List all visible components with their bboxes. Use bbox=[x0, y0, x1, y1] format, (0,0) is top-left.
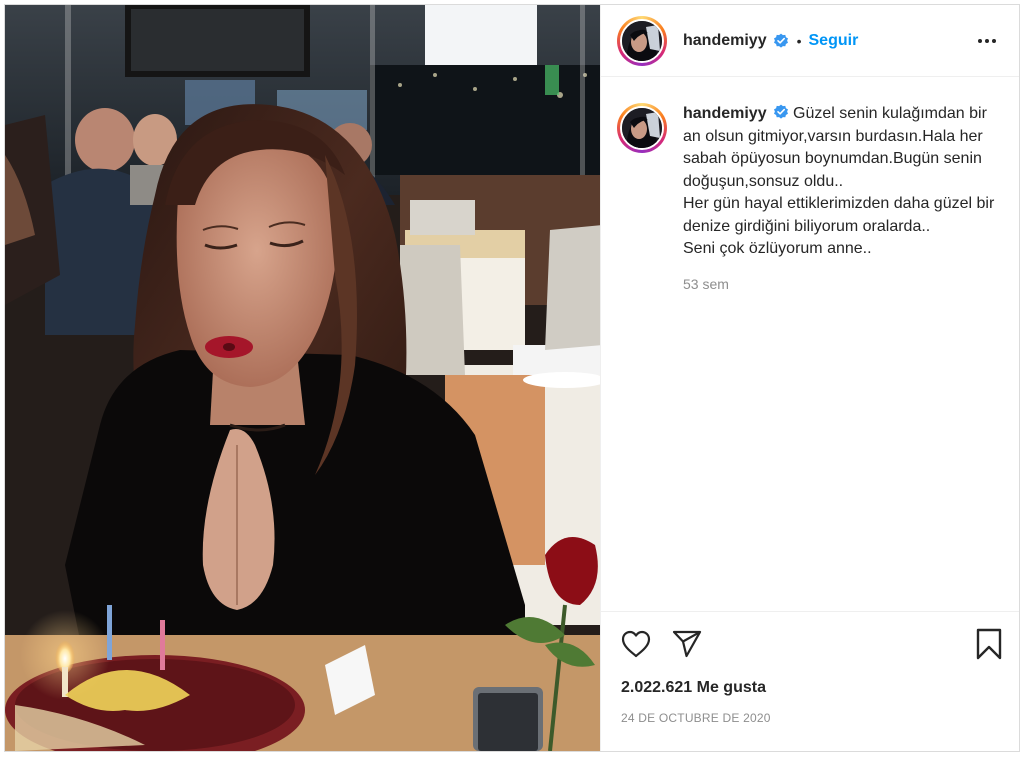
header-separator: • bbox=[796, 32, 802, 49]
post-header: handemiyy • Seguir bbox=[601, 5, 1019, 77]
caption-text-block: handemiyy Güzel senin kulağımdan bir an … bbox=[683, 103, 1003, 261]
author-username[interactable]: handemiyy bbox=[683, 32, 767, 50]
more-options-icon[interactable] bbox=[975, 29, 999, 53]
caption-text: Güzel senin kulağımdan bir an olsun gitm… bbox=[683, 105, 995, 257]
post-time-ago[interactable]: 53 sem bbox=[683, 276, 1003, 292]
bookmark-icon[interactable] bbox=[975, 628, 1003, 660]
verified-badge-icon bbox=[773, 104, 788, 119]
photo-illustration bbox=[5, 5, 600, 751]
post-photo[interactable] bbox=[5, 5, 600, 751]
avatar-portrait bbox=[622, 20, 662, 61]
follow-button[interactable]: Seguir bbox=[809, 32, 859, 50]
heart-icon[interactable] bbox=[621, 630, 651, 658]
likes-count[interactable]: 2.022.621 Me gusta bbox=[621, 679, 766, 697]
author-avatar[interactable] bbox=[617, 15, 667, 66]
verified-badge-icon bbox=[773, 33, 788, 48]
share-icon[interactable] bbox=[672, 630, 702, 658]
caption-username[interactable]: handemiyy bbox=[683, 105, 767, 122]
post-sidebar: handemiyy • Seguir handemiyy Güzel senin… bbox=[600, 5, 1019, 751]
action-bar: 2.022.621 Me gusta 24 DE OCTUBRE DE 2020 bbox=[601, 611, 1019, 751]
post-date: 24 DE OCTUBRE DE 2020 bbox=[621, 711, 771, 725]
avatar-image bbox=[620, 18, 664, 63]
caption-avatar[interactable] bbox=[617, 103, 667, 153]
caption-section: handemiyy Güzel senin kulağımdan bir an … bbox=[601, 77, 1019, 611]
post-card: handemiyy • Seguir handemiyy Güzel senin… bbox=[4, 4, 1020, 752]
avatar-portrait bbox=[622, 108, 662, 148]
caption-body: handemiyy Güzel senin kulağımdan bir an … bbox=[683, 103, 1003, 611]
avatar-image bbox=[620, 106, 664, 150]
